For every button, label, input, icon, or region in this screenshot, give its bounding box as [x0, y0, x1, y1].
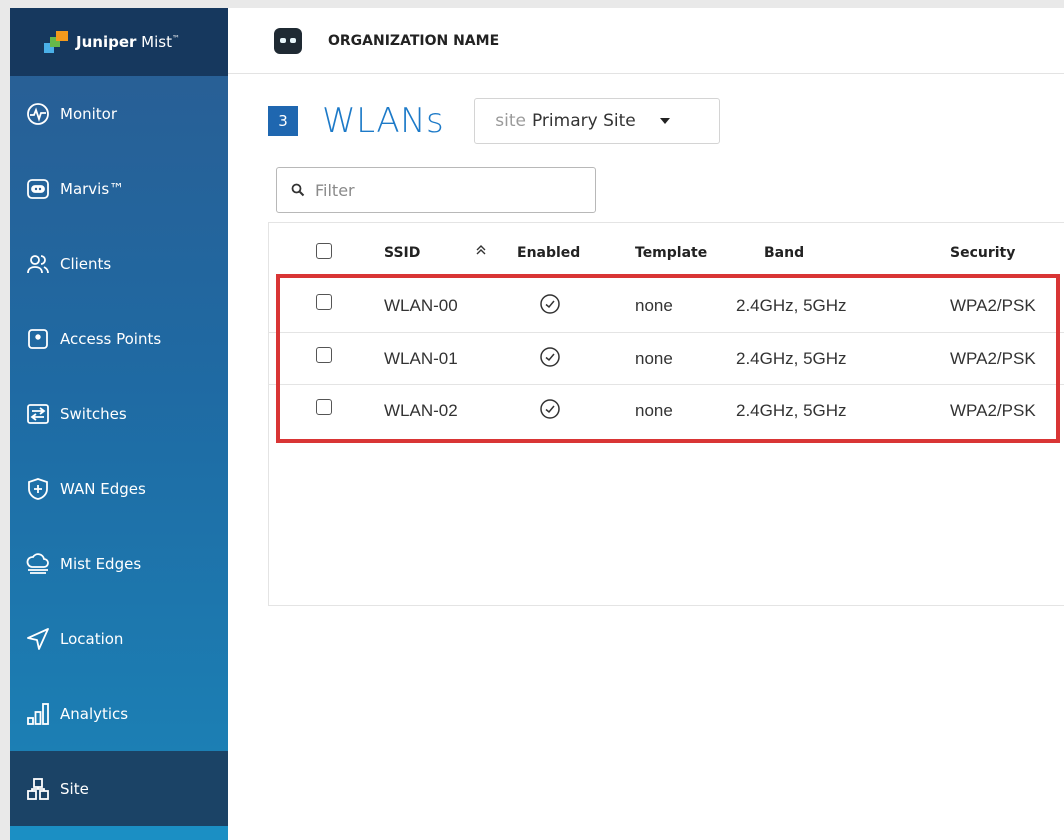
sidebar-item-location[interactable]: Location: [10, 601, 228, 676]
row-checkbox[interactable]: [316, 399, 332, 415]
app-window: Juniper Mist™ Monitor Marvis™ Clients Ac: [10, 8, 1064, 840]
mist-edges-icon: [26, 552, 50, 576]
template-cell: none: [635, 296, 673, 315]
sidebar-item-switches[interactable]: Switches: [10, 376, 228, 451]
table-row[interactable]: WLAN-02 none 2.4GHz, 5GHz WPA2/PSK: [269, 384, 1064, 436]
sidebar-item-label: Location: [60, 629, 124, 648]
brand-logo[interactable]: Juniper Mist™: [10, 8, 228, 76]
marvis-icon: [26, 177, 50, 201]
ssid-cell: WLAN-00: [384, 296, 458, 315]
sidebar-item-site[interactable]: Site: [10, 751, 228, 826]
top-bar: ORGANIZATION NAME: [228, 8, 1064, 74]
site-icon: [26, 777, 50, 801]
wan-edges-icon: [26, 477, 50, 501]
sidebar: Juniper Mist™ Monitor Marvis™ Clients Ac: [10, 8, 228, 840]
column-header-band[interactable]: Band: [764, 245, 804, 261]
template-cell: none: [635, 401, 673, 420]
organization-name[interactable]: ORGANIZATION NAME: [328, 33, 499, 49]
sidebar-item-label: Mist Edges: [60, 554, 142, 573]
site-selector[interactable]: site Primary Site: [474, 98, 721, 144]
row-checkbox[interactable]: [316, 294, 332, 310]
caret-down-icon: [659, 118, 670, 124]
security-cell: WPA2/PSK: [950, 401, 1036, 420]
wlan-count-badge: 3: [268, 106, 298, 136]
row-checkbox[interactable]: [316, 347, 332, 363]
table-row[interactable]: WLAN-00 none 2.4GHz, 5GHz WPA2/PSK: [269, 280, 1064, 332]
switches-icon: [26, 402, 50, 426]
juniper-logo-icon: [44, 31, 70, 53]
monitor-icon: [26, 102, 50, 126]
sidebar-item-label: Marvis™: [60, 179, 125, 198]
wlan-table: SSID Enabled Template Band Security WLAN…: [268, 222, 1064, 606]
main-content: 3 WLANs site Primary Site SSID Enabled T…: [228, 74, 1064, 840]
band-cell: 2.4GHz, 5GHz: [736, 349, 847, 368]
org-avatar-icon[interactable]: [274, 27, 302, 54]
sidebar-item-label: Access Points: [60, 329, 162, 348]
column-header-template[interactable]: Template: [635, 245, 707, 261]
select-all-checkbox[interactable]: [316, 243, 332, 259]
site-selector-value: Primary Site: [531, 111, 636, 131]
page-title: WLANs: [322, 101, 445, 141]
sidebar-item-analytics[interactable]: Analytics: [10, 676, 228, 751]
enabled-check-icon: [539, 398, 561, 425]
sidebar-item-access-points[interactable]: Access Points: [10, 301, 228, 376]
table-row[interactable]: WLAN-01 none 2.4GHz, 5GHz WPA2/PSK: [269, 332, 1064, 384]
column-header-security[interactable]: Security: [950, 245, 1015, 261]
clients-icon: [26, 252, 50, 276]
enabled-check-icon: [539, 293, 561, 320]
sort-ascending-icon[interactable]: [475, 243, 487, 261]
sidebar-item-clients[interactable]: Clients: [10, 226, 228, 301]
page-header: 3 WLANs site Primary Site: [268, 98, 721, 144]
enabled-check-icon: [539, 346, 561, 373]
template-cell: none: [635, 349, 673, 368]
filter-field[interactable]: [276, 167, 596, 213]
sidebar-item-mist-edges[interactable]: Mist Edges: [10, 526, 228, 601]
sidebar-item-label: WAN Edges: [60, 479, 146, 498]
sidebar-item-label: Switches: [60, 404, 127, 423]
filter-input[interactable]: [315, 180, 575, 200]
column-header-enabled[interactable]: Enabled: [517, 245, 580, 261]
site-selector-label: site: [495, 111, 526, 131]
column-header-ssid[interactable]: SSID: [384, 245, 420, 261]
sidebar-item-label: Site: [60, 779, 89, 798]
brand-name-bold: Juniper: [76, 33, 137, 51]
access-point-icon: [26, 327, 50, 351]
sidebar-item-monitor[interactable]: Monitor: [10, 76, 228, 151]
sidebar-item-label: Clients: [60, 254, 112, 273]
security-cell: WPA2/PSK: [950, 349, 1036, 368]
analytics-icon: [26, 702, 50, 726]
location-icon: [26, 627, 50, 651]
search-icon: [291, 183, 305, 197]
brand-trademark: ™: [171, 34, 180, 43]
table-header: SSID Enabled Template Band Security: [269, 243, 1064, 273]
band-cell: 2.4GHz, 5GHz: [736, 296, 847, 315]
sidebar-item-wan-edges[interactable]: WAN Edges: [10, 451, 228, 526]
sidebar-item-marvis[interactable]: Marvis™: [10, 151, 228, 226]
sidebar-item-label: Analytics: [60, 704, 129, 723]
band-cell: 2.4GHz, 5GHz: [736, 401, 847, 420]
sidebar-footer: [10, 826, 228, 840]
ssid-cell: WLAN-02: [384, 401, 458, 420]
ssid-cell: WLAN-01: [384, 349, 458, 368]
brand-name-rest: Mist: [136, 33, 172, 51]
security-cell: WPA2/PSK: [950, 296, 1036, 315]
sidebar-item-label: Monitor: [60, 104, 118, 123]
